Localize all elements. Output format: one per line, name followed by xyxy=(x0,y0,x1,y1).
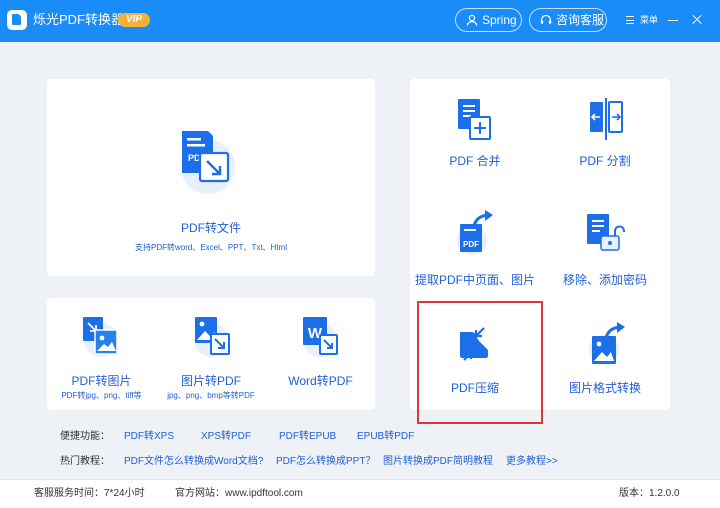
pdf-to-file-desc: 支持PDF转word、Excel、PPT、Txt、Html xyxy=(134,243,287,252)
user-name: Spring xyxy=(482,13,517,27)
close-button[interactable] xyxy=(689,12,705,28)
pdf-convert-icon: PDF xyxy=(181,131,235,194)
tile-pdf-password[interactable]: 移除、添加密码 xyxy=(540,194,670,299)
pdf-extract-label: 提取PDF中页面、图片 xyxy=(414,273,535,287)
pdf-to-file-label: PDF转文件 xyxy=(180,221,241,235)
status-bar: 客服服务时间：7*24小时 官方网站：www.ipdftool.com 版本：1… xyxy=(0,479,720,508)
pdf-to-image-label: PDF转图片 xyxy=(71,374,132,388)
service-time: 客服服务时间：7*24小时 xyxy=(34,488,145,499)
highlight-frame xyxy=(417,301,543,424)
tutorials-label: 热门教程： xyxy=(60,456,110,467)
link-xps-to-pdf[interactable]: XPS转PDF xyxy=(201,430,251,444)
link-pdf-to-epub[interactable]: PDF转EPUB xyxy=(279,430,336,444)
pdf-password-label: 移除、添加密码 xyxy=(562,273,647,287)
pdf-to-image-desc: PDF转jpg、png、tiff等 xyxy=(61,391,142,400)
minimize-button[interactable] xyxy=(665,12,681,28)
link-tutorial-pdf-to-ppt[interactable]: PDF怎么转换成PPT？ xyxy=(276,455,375,469)
pdf-merge-label: PDF 合并 xyxy=(449,154,501,168)
app-logo-icon xyxy=(7,10,27,30)
headset-icon xyxy=(540,14,552,24)
image-format-icon xyxy=(589,322,625,365)
tile-image-format[interactable]: 图片格式转换 xyxy=(540,304,670,410)
tile-pdf-merge[interactable]: PDF 合并 xyxy=(410,79,540,184)
version: 版本：1.2.0.0 xyxy=(619,488,680,499)
tile-image-to-pdf[interactable]: 图片转PDF jpg、png、bmp等转PDF xyxy=(156,298,266,410)
word-to-pdf-icon: W xyxy=(303,317,338,357)
image-to-pdf-icon xyxy=(194,317,230,357)
tile-word-to-pdf[interactable]: W Word转PDF xyxy=(266,298,375,410)
pdf-to-image-icon xyxy=(83,317,118,357)
quick-functions-label: 便捷功能： xyxy=(60,431,110,442)
image-to-pdf-label: 图片转PDF xyxy=(180,374,241,388)
app-title: 烁光PDF转换器 xyxy=(33,12,125,27)
feature-card-pdf-convert[interactable]: PDF PDF转文件 支持PDF转word、Excel、PPT、Txt、Html xyxy=(47,79,375,276)
user-icon xyxy=(466,14,478,26)
tile-pdf-to-image[interactable]: PDF转图片 PDF转jpg、png、tiff等 xyxy=(47,298,156,410)
vip-badge[interactable]: VIP xyxy=(118,13,150,27)
image-to-pdf-desc: jpg、png、bmp等转PDF xyxy=(167,391,255,400)
link-pdf-to-xps[interactable]: PDF转XPS xyxy=(124,430,174,444)
feature-card-row: PDF转图片 PDF转jpg、png、tiff等 图片转PDF jpg、png、… xyxy=(47,298,375,410)
svg-text:PDF: PDF xyxy=(463,240,479,249)
link-tutorial-pdf-to-word[interactable]: PDF文件怎么转换成Word文档? xyxy=(124,455,263,469)
pdf-extract-icon: PDF xyxy=(457,210,493,255)
user-button[interactable]: Spring xyxy=(455,8,522,32)
menu-label[interactable]: 菜单 xyxy=(640,14,658,26)
title-bar: 烁光PDF转换器 VIP Spring 咨询客服 菜单 xyxy=(0,0,720,42)
image-format-label: 图片格式转换 xyxy=(568,381,641,395)
link-tutorial-image-to-pdf[interactable]: 图片转换成PDF简明教程 xyxy=(383,455,493,469)
pdf-split-icon xyxy=(590,98,623,140)
official-website[interactable]: 官方网站：www.ipdftool.com xyxy=(175,480,303,508)
pdf-password-icon xyxy=(587,214,625,251)
menu-icon[interactable] xyxy=(626,16,634,24)
link-more-tutorials[interactable]: 更多教程>> xyxy=(506,455,558,469)
tile-pdf-extract[interactable]: PDF 提取PDF中页面、图片 xyxy=(410,194,540,299)
tile-pdf-to-file[interactable]: PDF PDF转文件 支持PDF转word、Excel、PPT、Txt、Html xyxy=(47,79,375,276)
pdf-split-label: PDF 分割 xyxy=(579,154,631,168)
link-epub-to-pdf[interactable]: EPUB转PDF xyxy=(357,430,414,444)
customer-service-label: 咨询客服 xyxy=(556,13,605,27)
customer-service-button[interactable]: 咨询客服 xyxy=(529,8,607,32)
word-to-pdf-label: Word转PDF xyxy=(288,374,353,388)
pdf-merge-icon xyxy=(458,99,491,140)
tile-pdf-split[interactable]: PDF 分割 xyxy=(540,79,670,184)
